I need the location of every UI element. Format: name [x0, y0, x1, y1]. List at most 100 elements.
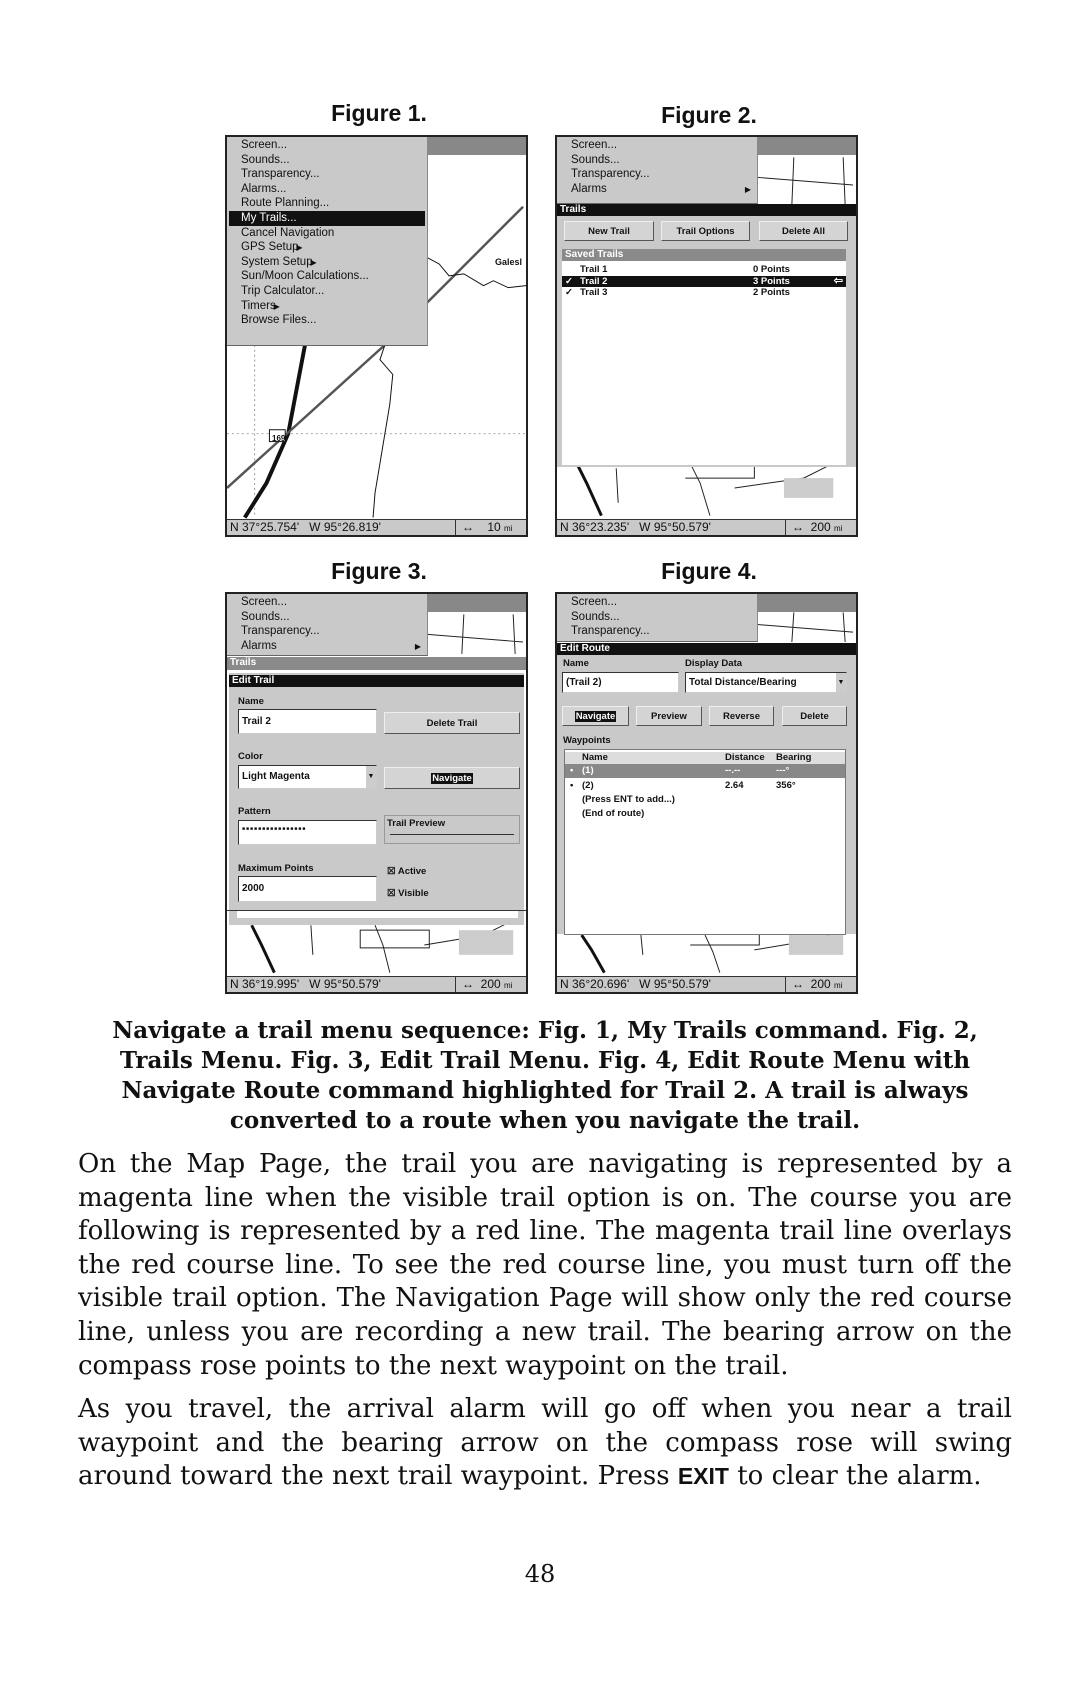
display-data-select[interactable]: Total Distance/Bearing ▼: [685, 672, 847, 693]
latitude: N 36°19.995': [230, 977, 300, 991]
name-input[interactable]: Trail 2: [238, 709, 377, 734]
trail-row[interactable]: Trail 1 0 Points: [562, 264, 846, 275]
trail-options-button[interactable]: Trail Options: [661, 221, 750, 241]
white-strip: [237, 911, 518, 918]
menu-item[interactable]: Sounds...: [241, 153, 290, 168]
menu-item-label: Timers: [241, 299, 276, 312]
menu-item[interactable]: Transparency...: [241, 167, 320, 182]
reverse-button[interactable]: Reverse: [709, 706, 774, 726]
menu-item[interactable]: Cancel Navigation: [241, 226, 334, 241]
menu-item-label: Transparency...: [241, 625, 320, 638]
menu-item[interactable]: Alarms...: [241, 182, 286, 197]
menu-item[interactable]: Alarms ▶: [571, 182, 755, 197]
menu-item[interactable]: Trip Calculator...: [241, 284, 324, 299]
navigate-label: Navigate: [431, 773, 473, 784]
menu-item[interactable]: Screen...: [571, 595, 755, 610]
triangle-right-icon: ▶: [310, 257, 317, 267]
menu-item-label: Screen...: [241, 139, 288, 151]
menu-item-label: Trip Calculator...: [241, 285, 325, 297]
delete-all-button[interactable]: Delete All: [759, 221, 848, 241]
navigate-label: Navigate: [574, 711, 617, 722]
checkbox-checked-icon: ☒: [387, 888, 396, 899]
menu-item[interactable]: Screen...: [571, 138, 755, 153]
column-bearing: Bearing: [776, 752, 812, 763]
trail-row[interactable]: ✓ Trail 2 3 Points ⇦: [562, 274, 846, 287]
waypoints-list: Name Distance Bearing • (1) --.-- ---° • (2) 2…: [564, 749, 846, 935]
menu-item[interactable]: Sounds...: [571, 153, 755, 168]
visible-label: Visible: [398, 888, 429, 899]
menu-item-label: System Setup: [241, 255, 313, 268]
menu-item[interactable]: Alarms ▶: [241, 639, 425, 654]
delete-trail-button[interactable]: Delete Trail: [384, 712, 520, 734]
route-name-input[interactable]: (Trail 2): [562, 672, 679, 693]
visible-checkbox[interactable]: ☒ Visible: [387, 888, 429, 899]
latitude: N 37°25.754': [230, 520, 300, 534]
name-label: Name: [563, 658, 589, 669]
body-paragraph-2: As you travel, the arrival alarm will go…: [78, 1393, 1012, 1494]
navigate-button[interactable]: Navigate: [562, 706, 629, 726]
hint-text: (End of route): [582, 808, 645, 819]
triangle-right-icon: ▶: [273, 301, 280, 311]
menu-item-label: Screen...: [241, 596, 288, 608]
column-headers: Name Distance Bearing: [565, 752, 845, 764]
figure-3-label: Figure 3.: [331, 558, 427, 584]
menu-item[interactable]: My Trails...: [229, 211, 425, 226]
menu-item[interactable]: Sounds...: [241, 610, 425, 625]
trail-points: 0 Points: [753, 264, 790, 275]
menu-item[interactable]: Sun/Moon Calculations...: [241, 269, 369, 284]
display-data-value: Total Distance/Bearing: [689, 677, 797, 688]
menu-item[interactable]: Transparency...: [571, 167, 755, 182]
waypoint-bearing: 356°: [776, 780, 796, 791]
figure-4-screen: Screen... Sounds... Transparency... Edit R…: [555, 592, 858, 994]
preview-button[interactable]: Preview: [636, 706, 702, 726]
trail-preview-box: Trail Preview: [384, 815, 520, 844]
hint-text: (Press ENT to add...): [582, 794, 675, 805]
menu-item-label: Screen...: [571, 139, 618, 151]
new-trail-button[interactable]: New Trail: [564, 221, 654, 241]
delete-button[interactable]: Delete: [782, 706, 847, 726]
trails-dialog: Trails New Trail Trail Options Delete Al…: [557, 204, 856, 467]
triangle-right-icon: ▶: [296, 243, 303, 253]
max-points-input[interactable]: 2000: [238, 876, 377, 902]
hand-arrow-icon: ⇦: [833, 274, 843, 287]
menu-item[interactable]: Sounds...: [571, 610, 755, 625]
color-select[interactable]: Light Magenta ▼: [238, 765, 377, 789]
waypoint-bearing: ---°: [776, 765, 790, 776]
checkbox-checked-icon: ☒: [387, 866, 396, 877]
waypoints-label: Waypoints: [563, 735, 611, 746]
pattern-input[interactable]: ■■■■■■■■■■■■■■■■: [238, 820, 377, 845]
trail-name: Trail 1: [580, 264, 608, 275]
active-checkbox[interactable]: ☒ Active: [387, 866, 426, 877]
paragraph-text: to clear the alarm.: [728, 1461, 982, 1492]
menu-item-label: Transparency...: [241, 168, 320, 181]
menu-item[interactable]: Route Planning...: [241, 196, 329, 211]
scale-value: 10: [487, 520, 501, 534]
hint-end-of-route: (End of route): [565, 808, 845, 819]
menu-item[interactable]: System Setup ▶: [241, 255, 317, 270]
waypoint-row[interactable]: • (2) 2.64 356°: [565, 779, 845, 793]
waypoint-dot-icon: •: [570, 780, 574, 791]
chevron-down-icon[interactable]: ▼: [366, 766, 376, 788]
menu-item-label: Alarms...: [241, 182, 287, 195]
menu-item[interactable]: Transparency...: [241, 624, 425, 639]
chevron-down-icon[interactable]: ▼: [836, 673, 846, 692]
map-place-label: Galesl: [495, 257, 523, 267]
page-number: 48: [524, 1560, 556, 1588]
menu-item[interactable]: Screen...: [241, 595, 425, 610]
trail-row[interactable]: ✓ Trail 3 2 Points: [562, 287, 846, 298]
menu-item[interactable]: GPS Setup ▶: [241, 240, 303, 255]
saved-trails-list: Trail 1 0 Points ✓ Trail 2 3 Points ⇦ ✓ Trail 3…: [562, 261, 846, 465]
menu-item[interactable]: Browse Files...: [241, 313, 316, 328]
trail-name: Trail 3: [580, 287, 608, 298]
menu-item[interactable]: Timers ▶: [241, 299, 280, 314]
coordinates: N 36°23.235' W 95°50.579': [560, 520, 711, 535]
menu-item[interactable]: Transparency...: [571, 624, 755, 639]
longitude: W 95°50.579': [309, 977, 381, 991]
column-distance: Distance: [725, 752, 765, 763]
scale-value: 200: [480, 977, 501, 991]
waypoint-row[interactable]: • (1) --.-- ---°: [565, 764, 845, 778]
menu-item[interactable]: Screen...: [241, 138, 287, 153]
navigate-button[interactable]: Navigate: [384, 767, 520, 789]
title-bar: [427, 137, 526, 155]
triangle-right-icon: ▶: [414, 641, 421, 651]
